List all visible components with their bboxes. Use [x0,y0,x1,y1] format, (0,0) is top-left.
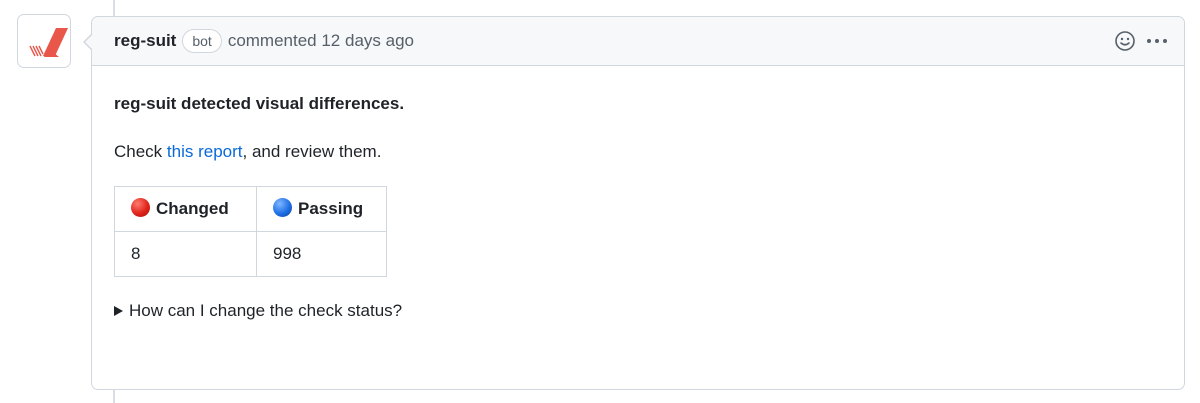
header-passing-label: Passing [298,199,364,218]
details-summary: How can I change the check status? [129,301,403,320]
avatar[interactable] [17,14,71,68]
details-toggle[interactable]: How can I change the check status? [114,299,1162,323]
changed-count: 8 [114,231,257,277]
comment-body: reg-suit detected visual differences. Ch… [92,66,1184,323]
results-table: Changed Passing 8 998 [114,186,387,277]
table-header-row: Changed Passing [114,186,387,232]
header-passing: Passing [256,186,387,232]
red-circle-icon [131,198,150,217]
timeline-stage: reg-suit bot commented 12 days ago reg-s… [0,0,1200,403]
passing-count: 998 [256,231,387,277]
comment-box: reg-suit bot commented 12 days ago reg-s… [83,16,1185,390]
check-suffix: , and review them. [242,142,382,161]
comment-header: reg-suit bot commented 12 days ago [92,17,1184,66]
table-row: 8 998 [114,231,387,277]
author-link[interactable]: reg-suit [114,31,176,51]
comment-timestamp[interactable]: commented 12 days ago [228,31,414,51]
header-changed-label: Changed [156,199,229,218]
blue-circle-icon [273,198,292,217]
disclosure-triangle-icon [114,306,123,316]
comment-arrow-inner [85,34,93,50]
kebab-menu-icon[interactable] [1144,28,1170,54]
header-changed: Changed [114,186,257,232]
check-prefix: Check [114,142,167,161]
bot-badge: bot [182,29,222,53]
reg-suit-logo-icon [29,28,68,57]
check-report-line: Check this report, and review them. [114,140,1162,164]
smiley-icon[interactable] [1112,28,1138,54]
comment-title: reg-suit detected visual differences. [114,94,405,113]
report-link[interactable]: this report [167,142,243,161]
